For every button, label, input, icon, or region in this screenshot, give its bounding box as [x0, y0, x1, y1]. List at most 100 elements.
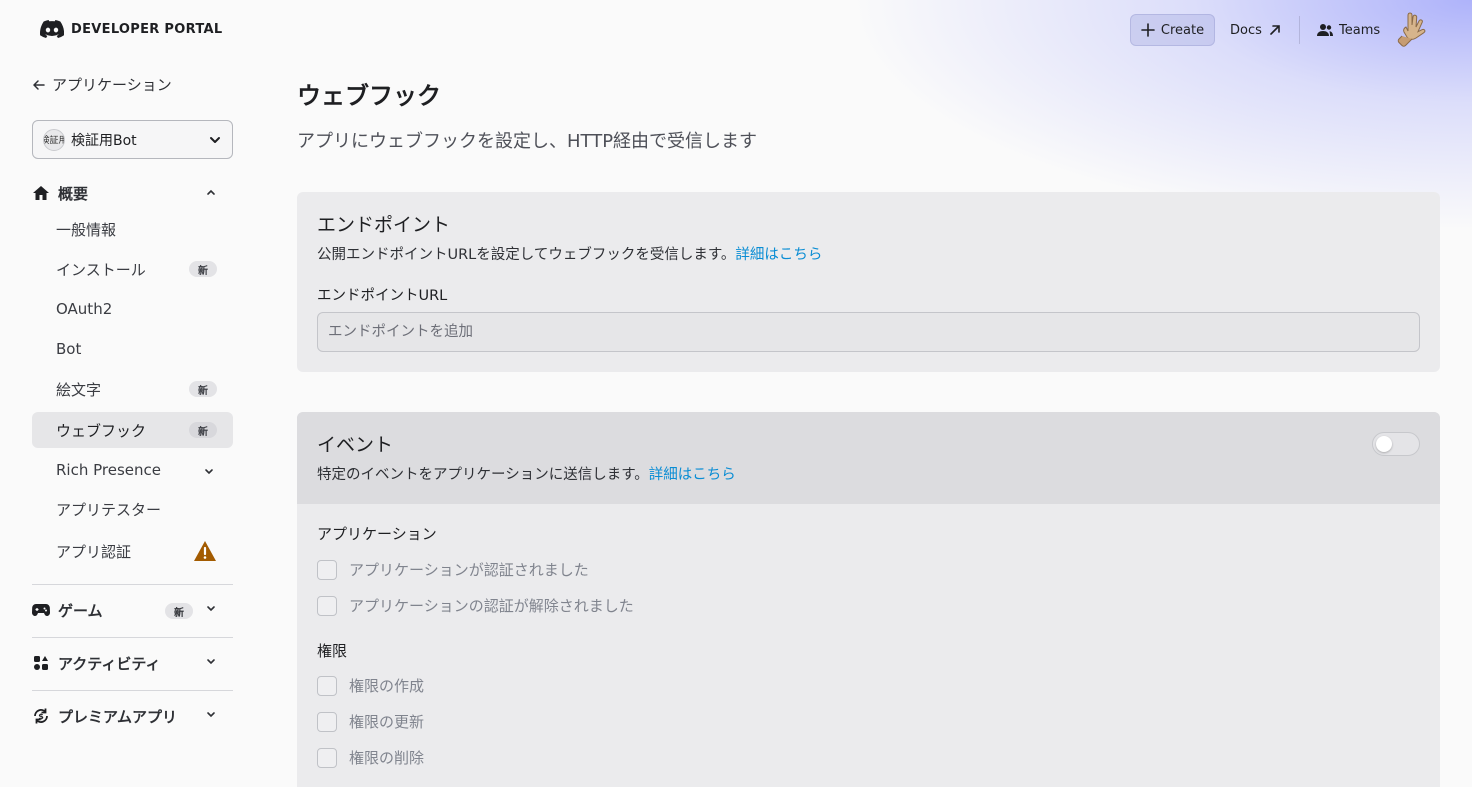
chevron-down-icon [207, 712, 215, 718]
teams-button[interactable]: Teams [1317, 14, 1380, 46]
endpoint-card-description: 公開エンドポイントURLを設定してウェブフックを受信します。詳細はこちら [317, 243, 822, 264]
sidebar-item-bot[interactable]: Bot [32, 331, 233, 367]
section-label: ゲーム [58, 601, 103, 620]
page-subtitle: アプリにウェブフックを設定し、HTTP経由で受信します [297, 131, 758, 152]
chevron-up-icon [207, 189, 215, 195]
events-card-description: 特定のイベントをアプリケーションに送信します。詳細はこちら [317, 463, 736, 484]
sidebar-item-label: アプリテスター [56, 500, 162, 519]
new-badge: 新 [189, 261, 217, 277]
docs-link[interactable]: Docs [1230, 14, 1282, 46]
sidebar-item-label: アプリ認証 [56, 542, 132, 561]
sidebar-divider [32, 584, 233, 585]
event-option-label: 権限の作成 [349, 677, 425, 695]
event-option-permission-create[interactable]: 権限の作成 [317, 675, 424, 696]
create-button[interactable]: Create [1130, 14, 1215, 46]
application-selector[interactable]: 検証用 検証用Bot [32, 120, 233, 159]
nav-section-games[interactable]: ゲーム 新 [32, 595, 233, 625]
sidebar-item-oauth2[interactable]: OAuth2 [32, 291, 233, 327]
chevron-down-icon [205, 469, 213, 475]
arrow-left-icon [33, 79, 45, 90]
event-option-app-authorized[interactable]: アプリケーションが認証されました [317, 559, 589, 580]
sidebar-item-rich-presence[interactable]: Rich Presence [32, 452, 233, 488]
sidebar-divider [32, 690, 233, 691]
top-header: DEVELOPER PORTAL Create Docs Teams [0, 0, 1472, 60]
app-name: 検証用Bot [71, 132, 137, 149]
back-to-applications-link[interactable]: アプリケーション [32, 74, 172, 95]
sidebar-item-app-testers[interactable]: アプリテスター [32, 491, 233, 527]
chevron-down-icon [210, 136, 220, 143]
user-avatar[interactable] [1396, 10, 1430, 48]
chevron-down-icon [207, 606, 215, 612]
events-card-title: イベント [317, 434, 394, 456]
checkbox[interactable] [317, 559, 337, 580]
section-label: プレミアムアプリ [58, 707, 177, 726]
endpoint-url-label: エンドポイントURL [317, 288, 448, 304]
nav-section-activities[interactable]: アクティビティ [32, 648, 233, 678]
premium-refresh-icon: $ [32, 707, 50, 725]
nav-section-premium-apps[interactable]: $ プレミアムアプリ [32, 701, 233, 731]
sidebar-item-emoji[interactable]: 絵文字 新 [32, 371, 233, 407]
sidebar-item-label: 絵文字 [56, 380, 102, 399]
svg-text:$: $ [38, 712, 44, 721]
teams-label: Teams [1339, 22, 1381, 38]
sidebar-item-general-info[interactable]: 一般情報 [32, 211, 233, 247]
sidebar-item-label: OAuth2 [56, 300, 113, 318]
events-learn-more-link[interactable]: 詳細はこちら [649, 467, 736, 483]
toggle-knob [1376, 436, 1392, 452]
event-option-app-deauthorized[interactable]: アプリケーションの認証が解除されました [317, 595, 634, 616]
event-option-label: 権限の削除 [349, 749, 425, 767]
app-icon: 検証用 [43, 128, 65, 151]
events-toggle[interactable] [1372, 432, 1420, 456]
endpoint-desc-text: 公開エンドポイントURLを設定してウェブフックを受信します。 [317, 247, 736, 263]
create-label: Create [1160, 22, 1205, 38]
endpoint-card-title: エンドポイント [317, 214, 451, 236]
header-divider [1299, 16, 1300, 44]
sidebar-divider [32, 637, 233, 638]
checkbox[interactable] [317, 747, 337, 768]
teams-icon [1317, 24, 1333, 36]
endpoint-learn-more-link[interactable]: 詳細はこちら [735, 247, 822, 263]
sidebar-item-label: インストール [56, 260, 146, 279]
nav-section-overview[interactable]: 概要 [32, 178, 233, 208]
endpoint-url-input[interactable] [317, 312, 1420, 352]
logo-text: DEVELOPER PORTAL [71, 21, 223, 37]
event-option-label: アプリケーションの認証が解除されました [349, 597, 634, 615]
event-option-label: 権限の更新 [349, 713, 425, 731]
event-option-permission-delete[interactable]: 権限の削除 [317, 747, 424, 768]
section-label: アクティビティ [58, 654, 161, 673]
activities-icon [32, 654, 50, 672]
events-card: イベント 特定のイベントをアプリケーションに送信します。詳細はこちら アプリケー… [297, 412, 1440, 787]
plus-icon [1141, 23, 1155, 37]
event-option-permission-update[interactable]: 権限の更新 [317, 711, 424, 732]
sidebar-item-label: Rich Presence [56, 461, 161, 479]
section-label: 概要 [58, 184, 89, 203]
hand-avatar-icon [1397, 12, 1426, 47]
external-arrow-icon [1270, 25, 1280, 35]
gamepad-icon [32, 601, 50, 619]
event-group-label-application: アプリケーション [317, 525, 437, 543]
checkbox[interactable] [317, 595, 337, 616]
new-badge: 新 [189, 381, 217, 397]
sidebar-item-label: Bot [56, 340, 82, 358]
checkbox[interactable] [317, 675, 337, 696]
events-desc-text: 特定のイベントをアプリケーションに送信します。 [317, 467, 649, 483]
developer-portal-logo[interactable]: DEVELOPER PORTAL [40, 20, 222, 38]
checkbox[interactable] [317, 711, 337, 732]
sidebar-item-webhooks[interactable]: ウェブフック 新 [32, 412, 233, 448]
endpoint-card: エンドポイント 公開エンドポイントURLを設定してウェブフックを受信します。詳細… [297, 192, 1440, 372]
discord-logo-icon [40, 20, 64, 38]
sidebar-item-label: ウェブフック [56, 421, 147, 440]
chevron-down-icon [207, 659, 215, 665]
event-group-label-permissions: 権限 [317, 642, 348, 660]
new-badge: 新 [165, 603, 193, 619]
docs-label: Docs [1230, 22, 1262, 38]
page-title: ウェブフック [297, 82, 441, 110]
home-icon [32, 184, 50, 202]
sidebar-item-app-verification[interactable]: アプリ認証 [32, 533, 233, 569]
new-badge: 新 [189, 422, 217, 438]
sidebar-item-installation[interactable]: インストール 新 [32, 251, 233, 287]
back-label: アプリケーション [52, 76, 172, 94]
event-option-label: アプリケーションが認証されました [349, 561, 589, 579]
warning-icon [194, 541, 216, 561]
sidebar-item-label: 一般情報 [56, 220, 117, 239]
